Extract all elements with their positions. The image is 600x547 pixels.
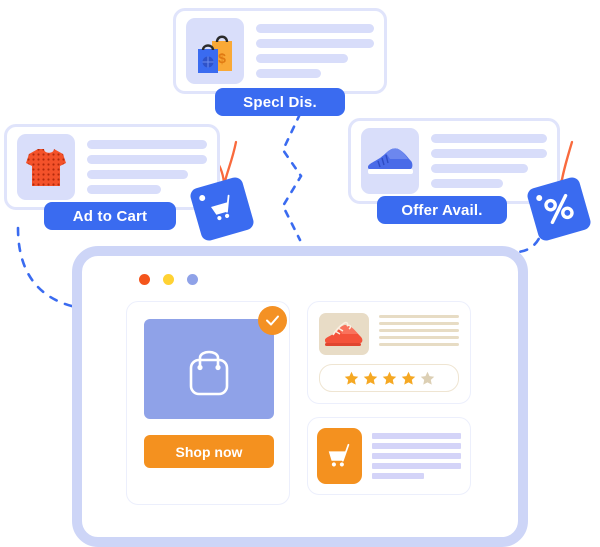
connector-center: [281, 112, 303, 242]
cart-tag-body: [188, 175, 256, 243]
maximize-dot[interactable]: [187, 274, 198, 285]
cart-panel[interactable]: [307, 417, 471, 495]
percent-icon: [544, 193, 574, 225]
close-dot[interactable]: [139, 274, 150, 285]
browser-window: Shop now: [72, 246, 528, 547]
window-traffic-lights: [139, 274, 198, 285]
card-special-discount[interactable]: $: [173, 8, 387, 94]
card-text-lines: [256, 24, 374, 78]
right-column: [307, 301, 471, 505]
cart-text-lines: [372, 433, 461, 479]
check-icon: [266, 315, 279, 326]
tag-offer-available[interactable]: [524, 156, 600, 252]
red-sneaker-icon: [319, 313, 369, 355]
star-icon: [363, 371, 377, 385]
shop-now-button[interactable]: Shop now: [144, 435, 274, 468]
shopping-bag-icon: [189, 350, 229, 396]
label-special-discount[interactable]: Specl Dis.: [215, 88, 345, 116]
label-add-to-cart[interactable]: Ad to Cart: [44, 202, 176, 230]
star-icon: [382, 371, 396, 385]
minimize-dot[interactable]: [163, 274, 174, 285]
connector-left: [16, 226, 82, 310]
check-badge: [258, 306, 287, 335]
shopping-bags-icon: $: [186, 18, 244, 84]
label-offer-available[interactable]: Offer Avail.: [377, 196, 507, 224]
percent-tag-body: [525, 175, 593, 243]
sneaker-icon: [361, 128, 419, 194]
star-icon-empty: [420, 371, 434, 385]
star-icon: [401, 371, 415, 385]
rating-stars[interactable]: [319, 364, 459, 392]
tshirt-icon: [17, 134, 75, 200]
shopping-cart-icon: [317, 428, 362, 484]
shopping-cart-icon: [211, 194, 230, 221]
promo-panel: Shop now: [126, 301, 290, 505]
review-text-lines: [379, 313, 459, 355]
review-top: [319, 313, 459, 355]
svg-text:$: $: [218, 50, 226, 66]
star-icon: [344, 371, 358, 385]
browser-content: Shop now: [126, 301, 471, 505]
illustration-canvas: $ Specl Dis. Ad to Cart Offer Avail. Sho…: [0, 0, 600, 547]
tag-add-to-cart[interactable]: [187, 156, 265, 252]
review-panel[interactable]: [307, 301, 471, 404]
promo-hero: [144, 306, 287, 419]
